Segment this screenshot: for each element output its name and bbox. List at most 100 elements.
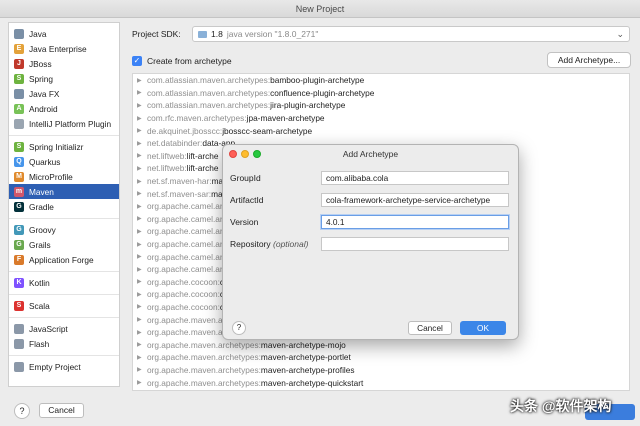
expand-arrow-icon[interactable]: ▶ [137,140,147,147]
archetype-list-item[interactable]: ▶ com.atlassian.maven.archetypes: confluen… [133,87,629,100]
sidebar-item-label: Spring [29,73,53,84]
expand-arrow-icon[interactable]: ▶ [137,316,147,323]
archetype-list-item[interactable]: ▶ com.atlassian.maven.archetypes: jira-plu… [133,99,629,112]
sidebar-item-intellij-platform-plugin[interactable]: IntelliJ Platform Plugin [9,116,119,131]
dialog-title: Add Archetype [342,149,399,159]
archetype-group: org.apache.cocoon: [147,289,220,300]
expand-arrow-icon[interactable]: ▶ [137,228,147,235]
sdk-folder-icon [198,30,207,38]
expand-arrow-icon[interactable]: ▶ [137,215,147,222]
sidebar-item-label: JavaScript [29,323,68,334]
expand-arrow-icon[interactable]: ▶ [137,329,147,336]
sidebar-item-java-fx[interactable]: Java FX [9,86,119,101]
help-button[interactable]: ? [14,403,30,419]
add-archetype-button[interactable]: Add Archetype... [547,52,631,68]
sidebar-item-spring[interactable]: S Spring [9,71,119,86]
expand-arrow-icon[interactable]: ▶ [137,366,147,373]
expand-arrow-icon[interactable]: ▶ [137,203,147,210]
dialog-ok-button[interactable]: OK [460,321,506,335]
archetype-list-item[interactable]: ▶ de.akquinet.jbosscc: jbosscc-seam-archet… [133,124,629,137]
group-id-row: GroupId com.alibaba.cola [230,171,514,185]
expand-arrow-icon[interactable]: ▶ [137,354,147,361]
sidebar-item-label: IntelliJ Platform Plugin [29,118,112,129]
expand-arrow-icon[interactable]: ▶ [137,190,147,197]
sdk-select[interactable]: 1.8 java version "1.8.0_271" ⌄ [192,26,630,42]
artifact-id-field[interactable]: cola-framework-archetype-service-archety… [321,193,509,207]
sidebar-item-gradle[interactable]: G Gradle [9,199,119,214]
expand-arrow-icon[interactable]: ▶ [137,89,147,96]
expand-arrow-icon[interactable]: ▶ [137,278,147,285]
sdk-row: Project SDK: 1.8 java version "1.8.0_271… [132,26,630,42]
sidebar-divider [9,131,119,136]
archetype-group: net.databinder: [147,138,203,149]
expand-arrow-icon[interactable]: ▶ [137,341,147,348]
sidebar-item-maven[interactable]: m Maven [9,184,119,199]
maximize-window-icon[interactable] [253,150,261,158]
archetype-list-item[interactable]: ▶ org.apache.maven.archetypes: maven-arche… [133,376,629,389]
sidebar-item-javascript[interactable]: JavaScript [9,321,119,336]
archetype-artifact: confluence-plugin-archetype [270,87,375,98]
sidebar-item-android[interactable]: A Android [9,101,119,116]
dialog-cancel-button[interactable]: Cancel [408,321,452,335]
sidebar-divider [9,313,119,318]
archetype-group: com.atlassian.maven.archetypes: [147,75,271,86]
archetype-group: org.apache.camel.ar [147,213,223,224]
archetype-group: org.apache.camel.ar [147,201,223,212]
expand-arrow-icon[interactable]: ▶ [137,102,147,109]
archetype-artifact: maven-archetype-quickstart [260,377,364,388]
archetype-group: org.apache.camel.ar [147,239,223,250]
create-from-archetype-checkbox[interactable]: ✓ [132,56,142,66]
group-id-field[interactable]: com.alibaba.cola [321,171,509,185]
groovy-icon: G [14,224,24,235]
expand-arrow-icon[interactable]: ▶ [137,253,147,260]
archetype-list-item[interactable]: ▶ com.atlassian.maven.archetypes: bamboo-p… [133,74,629,87]
expand-arrow-icon[interactable]: ▶ [137,152,147,159]
version-label: Version [230,217,259,227]
archetype-group: com.atlassian.maven.archetypes: [147,100,271,111]
sidebar-item-label: Flash [29,338,50,349]
sidebar-item-java[interactable]: Java [9,26,119,41]
sidebar-item-groovy[interactable]: G Groovy [9,222,119,237]
archetype-list-item[interactable]: ▶ org.apache.maven.archetypes: maven-arche… [133,364,629,377]
sidebar-item-jboss[interactable]: J JBoss [9,56,119,71]
expand-arrow-icon[interactable]: ▶ [137,241,147,248]
folder-icon [14,28,24,39]
archetype-list-item[interactable]: ▶ org.apache.maven.archetypes: maven-arche… [133,351,629,364]
expand-arrow-icon[interactable]: ▶ [137,115,147,122]
flash-icon [14,338,24,349]
dialog-help-button[interactable]: ? [232,321,246,335]
sidebar-item-label: MicroProfile [29,171,73,182]
expand-arrow-icon[interactable]: ▶ [137,379,147,386]
sidebar-item-scala[interactable]: S Scala [9,298,119,313]
sidebar-item-spring-initializr[interactable]: S Spring Initializr [9,139,119,154]
expand-arrow-icon[interactable]: ▶ [137,178,147,185]
sidebar-item-microprofile[interactable]: M MicroProfile [9,169,119,184]
sidebar-item-flash[interactable]: Flash [9,336,119,351]
version-field[interactable]: 4.0.1 [321,215,509,229]
group-id-label: GroupId [230,173,261,183]
expand-arrow-icon[interactable]: ▶ [137,165,147,172]
sidebar-item-grails[interactable]: G Grails [9,237,119,252]
repository-field[interactable] [321,237,509,251]
repository-label-text: Repository [230,239,271,249]
archetype-list-item[interactable]: ▶ org.apache.maven.archetypes: maven-arche… [133,338,629,351]
expand-arrow-icon[interactable]: ▶ [137,303,147,310]
sidebar-item-java-enterprise[interactable]: E Java Enterprise [9,41,119,56]
sidebar-item-kotlin[interactable]: K Kotlin [9,275,119,290]
expand-arrow-icon[interactable]: ▶ [137,291,147,298]
grails-icon: G [14,239,24,250]
expand-arrow-icon[interactable]: ▶ [137,266,147,273]
close-window-icon[interactable] [229,150,237,158]
archetype-group: org.apache.maven.archetypes: [147,377,261,388]
archetype-group: org.apache.maven.ar [147,327,226,338]
expand-arrow-icon[interactable]: ▶ [137,127,147,134]
expand-arrow-icon[interactable]: ▶ [137,77,147,84]
sidebar-item-quarkus[interactable]: Q Quarkus [9,154,119,169]
sidebar-divider [9,351,119,356]
archetype-list-item[interactable]: ▶ com.rfc.maven.archetypes: jpa-maven-arch… [133,112,629,125]
sidebar-item-empty-project[interactable]: Empty Project [9,359,119,374]
cancel-button[interactable]: Cancel [39,403,84,418]
minimize-window-icon[interactable] [241,150,249,158]
create-from-archetype-row[interactable]: ✓ Create from archetype [132,54,232,68]
sidebar-item-application-forge[interactable]: F Application Forge [9,252,119,267]
